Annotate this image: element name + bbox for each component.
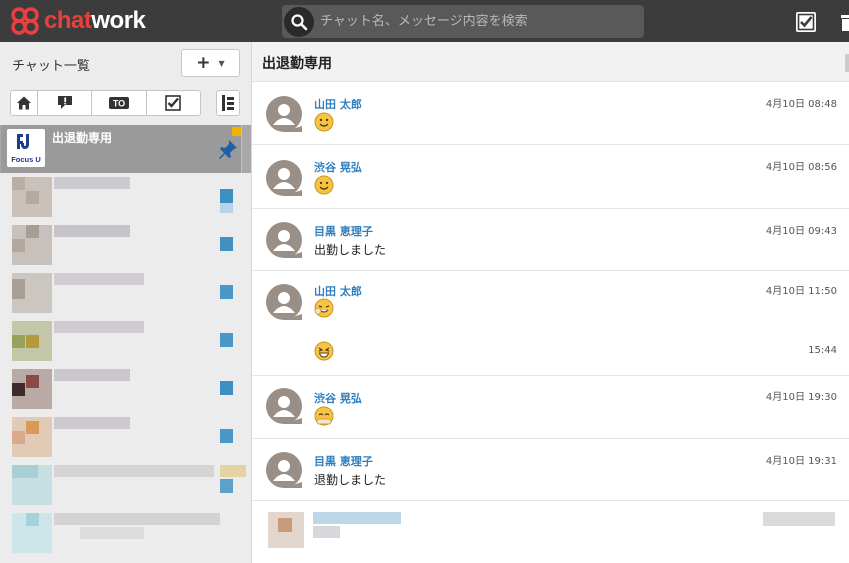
room-list-sidebar: チャット一覧 + ▼ TO Focus U 出退勤専用 bbox=[0, 42, 252, 563]
room-item-obscured[interactable] bbox=[0, 509, 251, 557]
message-item[interactable]: 渋谷 晃弘 4月10日 08:56 bbox=[252, 146, 849, 209]
mention-badge-icon bbox=[232, 127, 241, 136]
room-item-obscured[interactable] bbox=[0, 269, 251, 317]
message-sender[interactable]: 目黒 恵理子 bbox=[314, 223, 373, 239]
add-chat-button[interactable]: + ▼ bbox=[181, 49, 240, 77]
home-icon bbox=[17, 96, 31, 110]
message-item-obscured[interactable] bbox=[252, 502, 849, 563]
unread-chat-icon bbox=[57, 96, 72, 109]
chat-room-panel: 出退勤専用 山田 太郎 4月10日 08:48 渋谷 晃弘 4月10日 08:5… bbox=[252, 42, 849, 563]
my-tasks-button[interactable] bbox=[794, 10, 818, 34]
message-item[interactable]: 山田 太郎 4月10日 08:48 bbox=[252, 83, 849, 145]
to-mention-icon: TO bbox=[108, 97, 129, 109]
default-avatar-icon bbox=[266, 160, 302, 196]
default-avatar-icon bbox=[266, 222, 302, 258]
room-header-edge bbox=[845, 54, 849, 72]
logo-wordmark-chat: chat bbox=[44, 7, 92, 34]
bow-emoji-icon bbox=[314, 406, 334, 426]
room-list-title: チャット一覧 bbox=[12, 59, 90, 74]
room-item-obscured[interactable] bbox=[0, 173, 251, 221]
pin-icon[interactable] bbox=[218, 139, 238, 161]
filter-all-rooms[interactable] bbox=[11, 91, 38, 115]
room-item-obscured[interactable] bbox=[0, 413, 251, 461]
avatar[interactable] bbox=[266, 452, 302, 488]
filter-to-mentions[interactable]: TO bbox=[92, 91, 147, 115]
room-list-header: チャット一覧 + ▼ bbox=[0, 42, 251, 84]
message-followup-timestamp: 15:44 bbox=[808, 345, 837, 356]
message-item[interactable]: 目黒 恵理子 4月10日 09:43 出勤しました bbox=[252, 210, 849, 271]
room-item-obscured[interactable] bbox=[0, 365, 251, 413]
message-sender[interactable]: 山田 太郎 bbox=[314, 96, 362, 112]
smile-emoji-icon bbox=[314, 175, 334, 195]
default-avatar-icon bbox=[266, 284, 302, 320]
avatar[interactable] bbox=[266, 222, 302, 258]
filter-unread[interactable] bbox=[38, 91, 93, 115]
to-mention-label: TO bbox=[113, 99, 125, 109]
wave-emoji-icon bbox=[314, 298, 334, 318]
message-body: 退勤しました bbox=[314, 473, 387, 487]
message-sender[interactable]: 山田 太郎 bbox=[314, 283, 362, 299]
room-header: 出退勤専用 bbox=[252, 42, 849, 82]
room-item-active-body: Focus U 出退勤専用 bbox=[1, 125, 242, 173]
chevron-down-icon: ▼ bbox=[218, 58, 225, 68]
avatar[interactable] bbox=[266, 388, 302, 424]
room-item-obscured[interactable] bbox=[0, 461, 251, 509]
message-timestamp: 4月10日 11:50 bbox=[765, 286, 837, 297]
task-check-icon bbox=[796, 12, 816, 32]
room-name: 出退勤専用 bbox=[52, 131, 113, 145]
room-title: 出退勤専用 bbox=[262, 56, 332, 72]
avatar[interactable] bbox=[266, 160, 302, 196]
avatar[interactable] bbox=[266, 96, 302, 132]
message-timestamp: 4月10日 08:56 bbox=[765, 162, 837, 173]
message-body: 出勤しました bbox=[314, 243, 387, 257]
plus-icon: + bbox=[196, 53, 211, 73]
logo-wordmark-work: work bbox=[91, 7, 146, 34]
message-item[interactable]: 山田 太郎 4月10日 11:50 15:44 bbox=[252, 272, 849, 376]
grin-emoji-icon bbox=[314, 341, 334, 361]
sort-rooms-button[interactable] bbox=[216, 90, 240, 116]
message-timestamp: 4月10日 09:43 bbox=[765, 226, 837, 237]
message-sender[interactable]: 渋谷 晃弘 bbox=[314, 390, 362, 406]
message-timestamp: 4月10日 08:48 bbox=[765, 99, 837, 110]
message-sender[interactable]: 渋谷 晃弘 bbox=[314, 159, 362, 175]
smile-emoji-icon bbox=[314, 112, 334, 132]
search-icon[interactable] bbox=[284, 6, 314, 37]
trash-icon[interactable] bbox=[838, 12, 849, 32]
chatwork-logo-icon bbox=[11, 7, 39, 35]
logo-wordmark: chatwork bbox=[44, 7, 146, 35]
message-item[interactable]: 渋谷 晃弘 4月10日 19:30 bbox=[252, 377, 849, 439]
default-avatar-icon bbox=[266, 388, 302, 424]
avatar[interactable] bbox=[266, 284, 302, 320]
default-avatar-icon bbox=[266, 452, 302, 488]
chatwork-logo[interactable]: chatwork bbox=[10, 6, 146, 36]
room-avatar: Focus U bbox=[7, 129, 45, 167]
room-filter-bar: TO bbox=[10, 90, 201, 116]
message-timestamp: 4月10日 19:31 bbox=[765, 456, 837, 467]
message-item[interactable]: 目黒 恵理子 4月10日 19:31 退勤しました bbox=[252, 440, 849, 501]
filter-tasks[interactable] bbox=[147, 91, 200, 115]
search-box bbox=[282, 5, 644, 38]
top-header: chatwork bbox=[0, 0, 849, 42]
message-timestamp: 4月10日 19:30 bbox=[765, 392, 837, 403]
room-item-active[interactable]: Focus U 出退勤専用 bbox=[0, 125, 251, 173]
default-avatar-icon bbox=[266, 96, 302, 132]
tree-list-icon bbox=[222, 95, 234, 111]
task-check-icon bbox=[165, 95, 182, 111]
room-item-obscured[interactable] bbox=[0, 221, 251, 269]
room-item-obscured[interactable] bbox=[0, 317, 251, 365]
message-sender[interactable]: 目黒 恵理子 bbox=[314, 453, 373, 469]
search-input[interactable] bbox=[320, 14, 640, 29]
room-avatar-label: Focus U bbox=[11, 155, 41, 164]
